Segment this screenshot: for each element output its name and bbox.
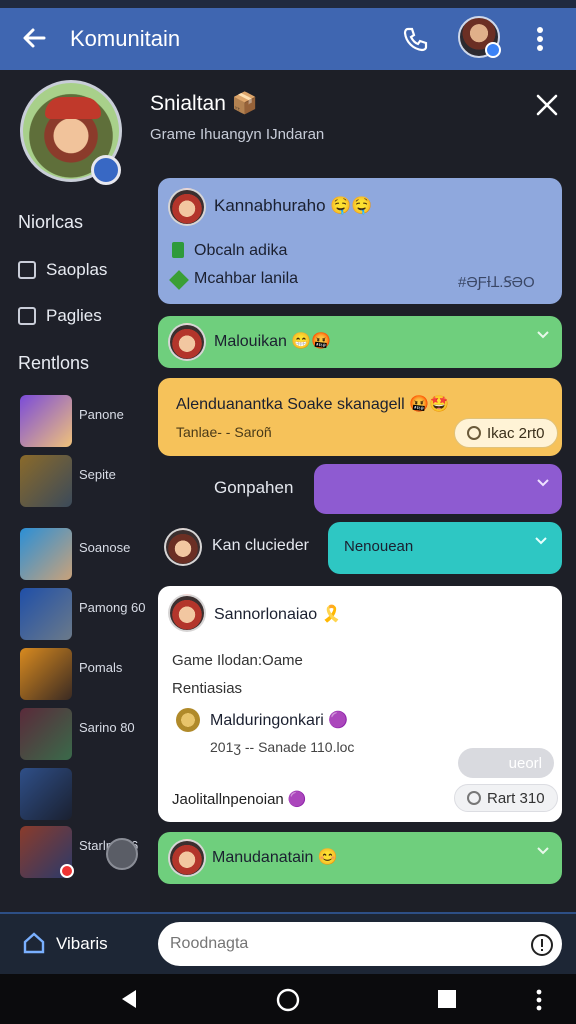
sender-avatar bbox=[168, 323, 206, 361]
avatar-hat bbox=[45, 97, 101, 119]
message-card[interactable]: Sannorlonaiao 🎗️ Game Ilodan:Oame Rentia… bbox=[158, 586, 562, 822]
app-bar: Komunitain bbox=[0, 8, 576, 70]
friend-item[interactable]: Sepite bbox=[20, 455, 140, 507]
friend-avatar bbox=[20, 708, 72, 760]
profile-avatar[interactable] bbox=[20, 80, 122, 185]
friend-name: Pomals bbox=[79, 660, 123, 675]
friend-name: Soanose bbox=[79, 540, 131, 555]
panel-title: Snialtan 📦 bbox=[150, 92, 258, 115]
sidebar-item-label: Paglies bbox=[46, 306, 102, 325]
phone-icon[interactable] bbox=[400, 24, 430, 54]
clock-icon bbox=[467, 426, 481, 440]
online-badge-icon bbox=[485, 42, 501, 58]
card-footer: Jaolitallnpenoian 🟣 bbox=[172, 791, 307, 808]
friend-name: Sarino 80 bbox=[79, 720, 135, 735]
nav-label[interactable]: Vibaris bbox=[56, 934, 108, 954]
sender-avatar bbox=[168, 839, 206, 877]
app-title: Komunitain bbox=[70, 26, 181, 51]
message-card[interactable]: Malouikan 😁🤬 bbox=[158, 316, 562, 368]
item-subtext: 201ʒ -- Sanade 110.loc bbox=[210, 739, 355, 755]
sidebar-section-title: Niorlcas bbox=[18, 212, 84, 232]
chevron-down-icon[interactable] bbox=[534, 536, 548, 546]
system-navigation-bar bbox=[0, 974, 576, 1024]
message-card[interactable]: Nenouean bbox=[328, 522, 562, 574]
back-triangle-icon[interactable] bbox=[118, 988, 140, 1010]
friend-name: Panone bbox=[79, 407, 124, 422]
recents-square-icon[interactable] bbox=[436, 988, 458, 1010]
sender-avatar bbox=[168, 188, 206, 226]
card-line: Game Ilodan:Oame bbox=[172, 652, 303, 669]
friend-avatar bbox=[20, 648, 72, 700]
pill-label: ueorl bbox=[508, 754, 542, 772]
sidebar-item-label: Saoplas bbox=[46, 260, 108, 279]
friend-item[interactable] bbox=[20, 768, 140, 820]
friend-item[interactable]: Panone bbox=[20, 395, 140, 447]
reaction-pill[interactable]: Ikac 2rt0 bbox=[454, 418, 558, 448]
message-input[interactable] bbox=[158, 922, 562, 966]
chevron-down-icon[interactable] bbox=[536, 478, 550, 488]
sender-name: Kannabhuraho 🤤🤤 bbox=[214, 196, 373, 215]
compose-fab-icon[interactable] bbox=[106, 838, 138, 870]
unread-badge-icon bbox=[60, 864, 74, 878]
sidebar-section-title: Rentlons bbox=[18, 353, 90, 373]
item-icon bbox=[172, 242, 184, 258]
friend-avatar bbox=[20, 528, 72, 580]
friend-item[interactable]: Soanose bbox=[20, 528, 140, 580]
sidebar-item-saoplas[interactable]: Saoplas bbox=[18, 260, 107, 280]
chevron-down-icon[interactable] bbox=[536, 846, 550, 856]
pill-label: Ikac 2rt0 bbox=[487, 424, 545, 442]
card-line: Rentiasias bbox=[172, 680, 243, 697]
message-label: Gonpahen bbox=[214, 478, 294, 497]
checkbox-icon bbox=[18, 261, 36, 279]
home-circle-icon[interactable] bbox=[276, 988, 300, 1012]
sender-name: Sannorlonaiao 🎗️ bbox=[214, 606, 342, 623]
friend-item[interactable]: Pamong 60 bbox=[20, 588, 146, 640]
message-card[interactable]: Manudanatain 😊 bbox=[158, 832, 562, 884]
panel-subtitle: Grame Ihuangyn IJndaran bbox=[150, 126, 325, 143]
close-icon[interactable] bbox=[534, 92, 560, 118]
item-icon bbox=[169, 270, 189, 290]
friend-avatar bbox=[20, 588, 72, 640]
reaction-pill[interactable]: Rart 310 bbox=[454, 784, 558, 812]
user-avatar[interactable] bbox=[458, 16, 501, 58]
compose-bar: Vibaris bbox=[0, 912, 576, 974]
message-card[interactable]: Kannabhuraho 🤤🤤 Obcaln adika Mcahbar lan… bbox=[158, 178, 562, 304]
card-meta: #ƏƑƗꞱ.ꞨƏO bbox=[458, 274, 535, 291]
friend-name: Sepite bbox=[79, 467, 116, 482]
card-line: Mcahbar lanila bbox=[194, 270, 299, 287]
status-bar bbox=[0, 0, 576, 8]
friend-avatar bbox=[20, 395, 72, 447]
more-vert-icon[interactable] bbox=[528, 24, 552, 54]
sidebar: Niorlcas Saoplas Paglies Rentlons Panone… bbox=[0, 70, 150, 912]
sidebar-item-paglies[interactable]: Paglies bbox=[18, 306, 102, 326]
card-line: Obcaln adika bbox=[194, 242, 288, 259]
message-card[interactable] bbox=[314, 464, 562, 514]
friend-item[interactable]: Pomals bbox=[20, 648, 140, 700]
message-text: Nenouean bbox=[344, 538, 414, 555]
friend-name: Pamong 60 bbox=[79, 600, 146, 615]
action-pill[interactable]: ueorl bbox=[458, 748, 554, 778]
sender-name: Manudanatain 😊 bbox=[212, 849, 338, 866]
sender-name: Kan clucieder bbox=[212, 537, 309, 554]
home-icon[interactable] bbox=[22, 931, 46, 955]
profile-badge-icon bbox=[91, 155, 121, 185]
coin-icon bbox=[176, 708, 200, 732]
message-subtext: Tanlae- - Saroñ bbox=[176, 424, 272, 440]
message-card[interactable]: Alenduanantka Soake skanagell 🤬🤩 Tanlae-… bbox=[158, 378, 562, 456]
alert-icon[interactable] bbox=[530, 933, 554, 957]
pill-label: Rart 310 bbox=[487, 789, 545, 807]
friend-avatar bbox=[20, 768, 72, 820]
sender-avatar bbox=[164, 528, 202, 566]
sender-name: Malouikan 😁🤬 bbox=[214, 333, 332, 350]
message-text: Alenduanantka Soake skanagell 🤬🤩 bbox=[176, 396, 449, 413]
back-arrow-icon[interactable] bbox=[18, 22, 50, 54]
friend-item[interactable]: Sarino 80 bbox=[20, 708, 140, 760]
item-name: Malduringonkari 🟣 bbox=[210, 712, 349, 729]
chevron-down-icon[interactable] bbox=[536, 330, 550, 340]
clock-icon bbox=[467, 791, 481, 805]
friend-avatar bbox=[20, 455, 72, 507]
more-vert-icon[interactable] bbox=[532, 988, 546, 1012]
checkbox-icon bbox=[18, 307, 36, 325]
sender-avatar bbox=[168, 594, 206, 632]
